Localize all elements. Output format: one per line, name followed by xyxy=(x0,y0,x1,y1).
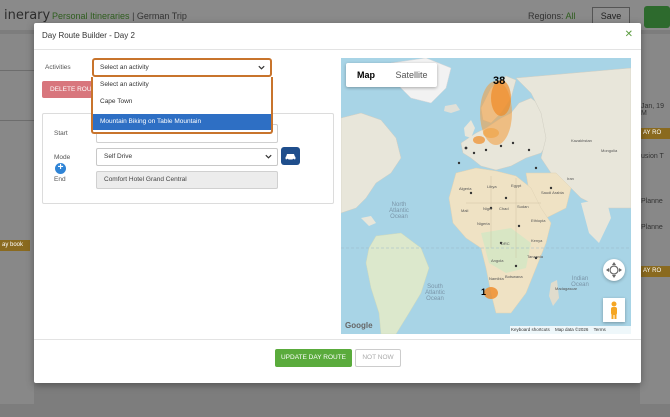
country-label: Angola xyxy=(491,258,504,263)
breadcrumb-current: German Trip xyxy=(136,11,187,21)
country-label: Sudan xyxy=(517,204,529,209)
add-stop-icon[interactable]: + xyxy=(55,163,66,174)
chevron-down-icon xyxy=(265,154,272,159)
modal-header: Day Route Builder - Day 2 ✕ xyxy=(34,23,641,50)
activities-label: Activities xyxy=(45,64,71,71)
background-page-title: inerary xyxy=(4,8,51,23)
background-divider xyxy=(0,120,34,121)
country-label: Namibia xyxy=(489,276,504,281)
country-label: Algeria xyxy=(459,186,472,191)
map-attribution: Keyboard shortcuts Map data ©2026 Terms xyxy=(510,326,631,334)
country-label: Mongolia xyxy=(601,148,618,153)
regions-filter[interactable]: Regions: All xyxy=(528,11,576,21)
ocean-label: North Atlantic Ocean xyxy=(389,202,409,220)
map-type-satellite-button[interactable]: Satellite xyxy=(386,63,437,87)
map-type-toggle: Map Satellite xyxy=(346,63,437,87)
background-side-text: Planne xyxy=(641,198,663,205)
chevron-down-icon xyxy=(258,65,265,70)
background-side-text: usion T xyxy=(641,153,664,160)
activity-select-value: Select an activity xyxy=(100,64,149,71)
country-label: Chad xyxy=(499,206,509,211)
keyboard-shortcuts-link[interactable]: Keyboard shortcuts xyxy=(511,327,550,332)
not-now-button[interactable]: NOT NOW xyxy=(355,349,401,367)
mode-select[interactable]: Self Drive xyxy=(96,148,278,166)
background-side-text: Planne xyxy=(641,224,663,231)
regions-label: Regions: xyxy=(528,11,564,21)
background-right-panel xyxy=(640,34,670,404)
regions-value: All xyxy=(565,11,576,21)
background-left-panel xyxy=(0,34,34,404)
car-icon[interactable] xyxy=(281,147,300,165)
breadcrumb-separator: | xyxy=(132,11,135,21)
country-label: Iran xyxy=(567,176,574,181)
street-view-pegman-icon[interactable] xyxy=(603,298,625,322)
country-label: Botswana xyxy=(505,274,523,279)
cluster-marker[interactable]: 1 xyxy=(481,287,486,297)
close-icon[interactable]: ✕ xyxy=(625,29,633,40)
end-input-value: Comfort Hotel Grand Central xyxy=(104,176,187,183)
breadcrumb-personal-itineraries[interactable]: Personal Itineraries xyxy=(52,11,130,21)
dropdown-option[interactable]: Cape Town xyxy=(93,94,271,110)
background-side-tag: AY RO xyxy=(641,266,670,277)
map-camera-control-icon[interactable] xyxy=(603,259,625,281)
update-day-route-button[interactable]: UPDATE DAY ROUTE xyxy=(275,349,352,367)
country-label: DRC xyxy=(501,241,510,246)
map-type-map-button[interactable]: Map xyxy=(346,63,386,87)
activity-dropdown-list: Select an activity Cape Town Mountain Bi… xyxy=(91,77,273,134)
country-label: Egypt xyxy=(511,183,522,188)
country-label: Niger xyxy=(483,206,493,211)
cluster-marker[interactable]: 38 xyxy=(493,75,505,87)
country-label: Saudi Arabia xyxy=(541,190,564,195)
mode-label: Mode xyxy=(54,154,71,161)
background-side-tag: AY RO xyxy=(641,128,670,139)
google-logo: Google xyxy=(345,321,373,330)
terms-link[interactable]: Terms xyxy=(594,327,606,332)
dropdown-option-highlighted[interactable]: Mountain Biking on Table Mountain xyxy=(93,114,271,130)
country-label: Libya xyxy=(487,184,497,189)
dropdown-option[interactable]: Select an activity xyxy=(93,77,271,93)
background-breadcrumb: Personal Itineraries | German Trip xyxy=(52,11,187,21)
background-tag: ay book xyxy=(0,240,30,251)
country-label: Nigeria xyxy=(477,221,490,226)
map-data-text: Map data ©2026 xyxy=(555,327,589,332)
background-side-text: Jan, 19 M xyxy=(641,103,664,117)
end-input[interactable]: Comfort Hotel Grand Central xyxy=(96,171,278,189)
end-label: End xyxy=(54,176,66,183)
country-label: Ethiopia xyxy=(531,218,546,223)
background-eye-button[interactable] xyxy=(644,6,670,28)
country-label: Madagascar xyxy=(555,286,578,291)
background-divider xyxy=(0,70,34,71)
delete-route-button[interactable]: DELETE ROUTE xyxy=(42,81,92,98)
country-label: Tanzania xyxy=(527,254,544,259)
country-label: Kenya xyxy=(531,238,543,243)
route-map[interactable]: 38 1 North Atlantic Ocean South Atlantic… xyxy=(341,58,631,334)
activity-select[interactable]: Select an activity xyxy=(92,58,272,77)
mode-select-value: Self Drive xyxy=(104,153,133,160)
country-label: Kazakhstan xyxy=(571,138,592,143)
country-label: Mali xyxy=(461,208,469,213)
ocean-label: South Atlantic Ocean xyxy=(425,284,445,302)
start-label: Start xyxy=(54,130,68,137)
modal-title: Day Route Builder - Day 2 xyxy=(42,31,135,40)
day-route-builder-modal: Day Route Builder - Day 2 ✕ Activities S… xyxy=(34,23,641,383)
